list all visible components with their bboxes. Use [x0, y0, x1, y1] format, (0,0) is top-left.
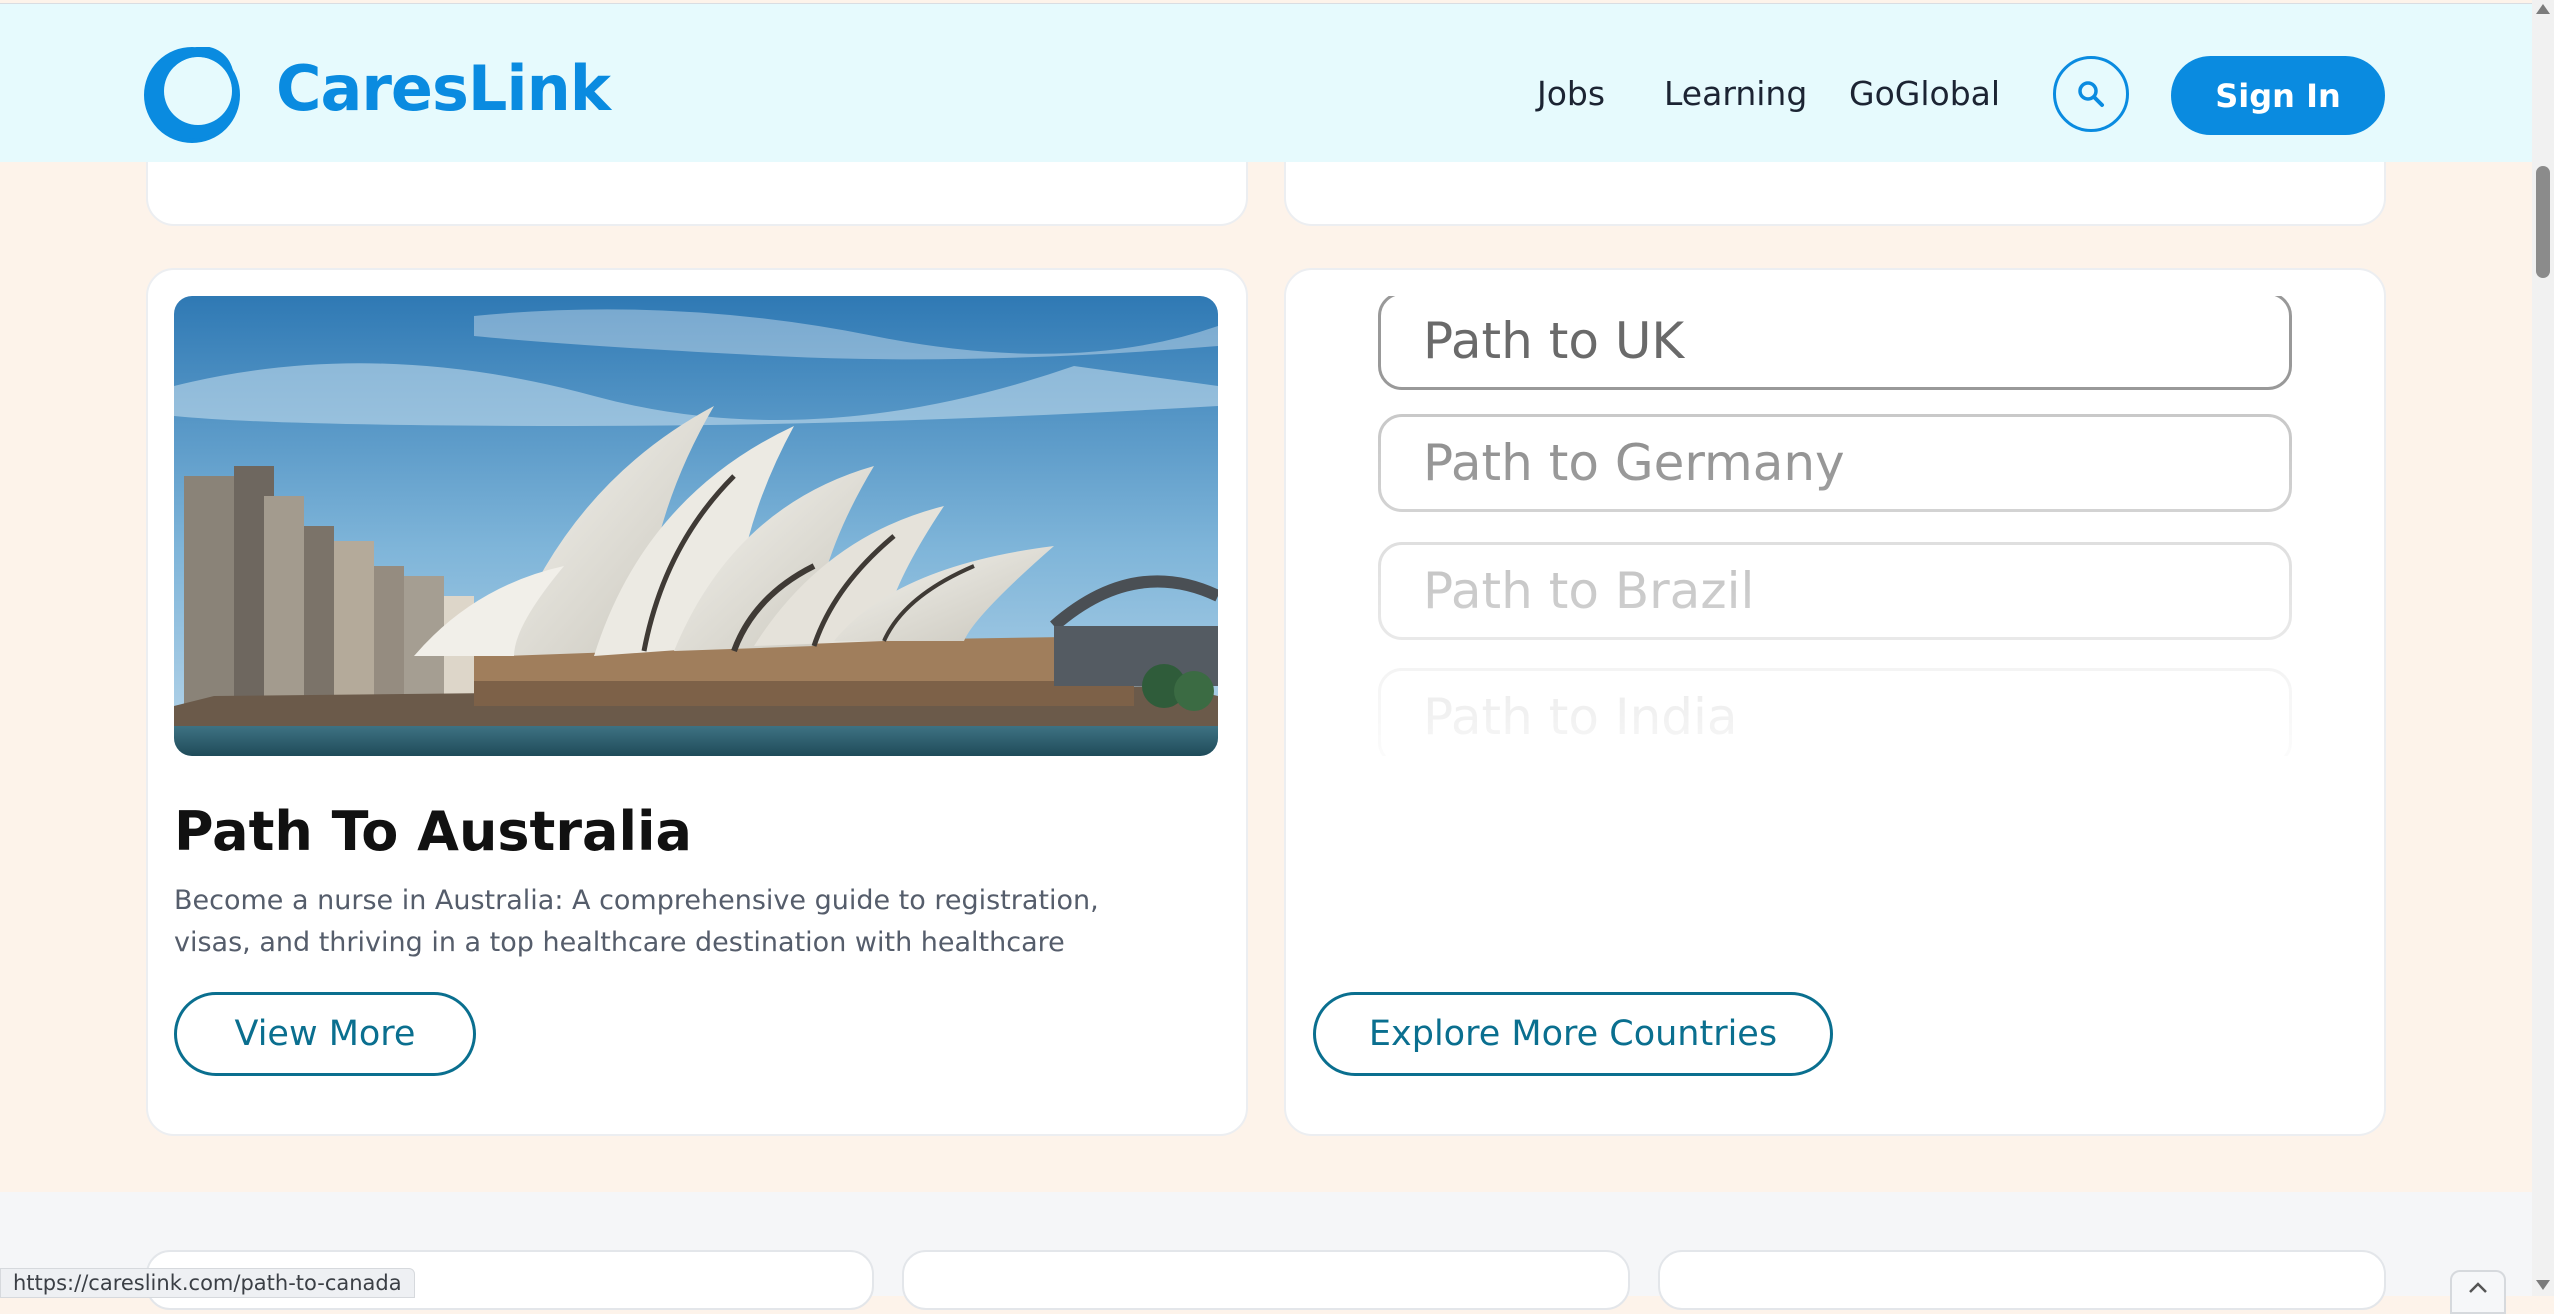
back-to-top-button[interactable] — [2450, 1270, 2506, 1314]
australia-title: Path To Australia — [174, 800, 692, 863]
path-to-brazil[interactable]: Path to Brazil — [1378, 542, 2292, 640]
australia-description: Become a nurse in Australia: A comprehen… — [174, 885, 1099, 958]
lower-card-3[interactable] — [1658, 1250, 2386, 1310]
scroll-thumb[interactable] — [2536, 166, 2550, 278]
careslink-logo-icon[interactable] — [144, 47, 240, 143]
brand-name[interactable]: CaresLink — [276, 52, 611, 125]
path-to-germany[interactable]: Path to Germany — [1378, 414, 2292, 512]
nav-goglobal[interactable]: GoGlobal — [1849, 74, 2000, 113]
site-header: CaresLink Jobs Learning GoGlobal Sign In — [0, 3, 2532, 162]
status-bar-url: https://careslink.com/path-to-canada — [0, 1268, 415, 1298]
scroll-down-arrow[interactable] — [2536, 1280, 2550, 1290]
scroll-up-arrow[interactable] — [2536, 4, 2550, 14]
sign-in-button[interactable]: Sign In — [2171, 56, 2385, 135]
page-scrollbar[interactable] — [2532, 0, 2554, 1296]
chevron-up-icon — [2469, 1282, 2487, 1293]
path-to-uk[interactable]: Path to UK — [1378, 296, 2292, 390]
path-to-india[interactable]: Path to India — [1378, 668, 2292, 756]
view-more-button[interactable]: View More — [174, 992, 476, 1076]
nav-jobs[interactable]: Jobs — [1537, 74, 1605, 113]
nav-learning[interactable]: Learning — [1664, 74, 1807, 113]
search-button[interactable] — [2053, 56, 2129, 132]
sydney-opera-house-image — [174, 296, 1218, 756]
search-icon — [2078, 81, 2104, 107]
country-path-list: Path to UK Path to Germany Path to Brazi… — [1378, 296, 2292, 756]
explore-more-countries-button[interactable]: Explore More Countries — [1313, 992, 1833, 1076]
lower-card-2[interactable] — [902, 1250, 1630, 1310]
